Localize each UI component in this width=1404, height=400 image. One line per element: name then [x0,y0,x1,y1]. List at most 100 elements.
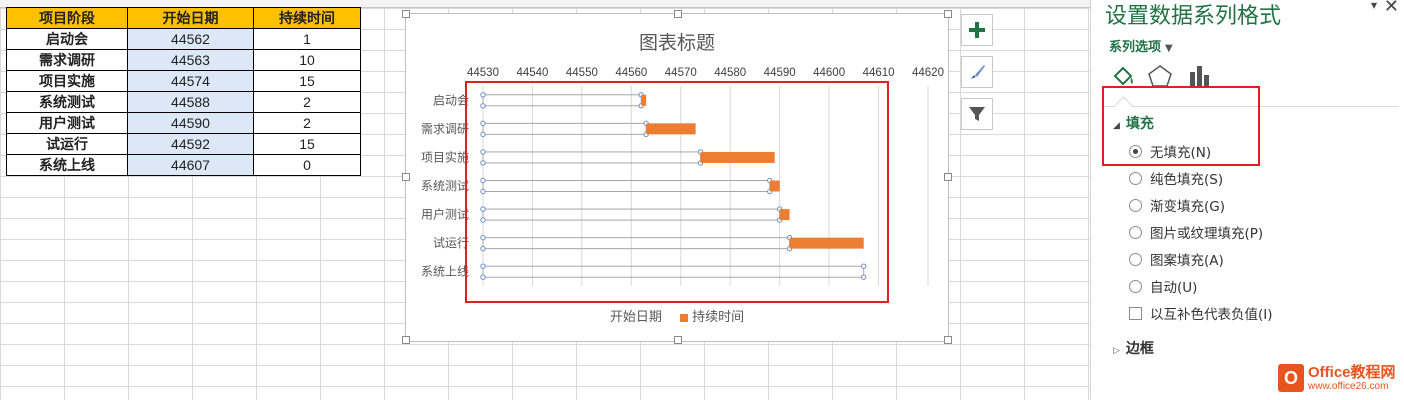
highlight-box [465,81,889,303]
phase-cell[interactable]: 系统测试 [6,91,128,113]
radio-button[interactable] [1129,225,1142,239]
paintbrush-icon [971,65,985,79]
radio-button[interactable] [1129,198,1142,212]
phase-cell[interactable]: 系统上线 [6,154,128,176]
radio-button[interactable] [1129,144,1142,158]
start-date-cell[interactable]: 44574 [127,70,254,92]
phase-cell[interactable]: 项目实施 [6,70,128,92]
x-tick-label: 44570 [665,67,697,79]
radio-button[interactable] [1129,279,1142,293]
x-tick-label: 44620 [912,67,944,79]
office-logo-icon: O [1278,364,1304,392]
start-date-cell[interactable]: 44563 [127,49,254,71]
start-date-cell[interactable]: 44590 [127,112,254,134]
phase-cell[interactable]: 需求调研 [6,49,128,71]
table-row: 项目实施 44574 15 [6,70,361,92]
fill-option-3[interactable]: 图片或纹理填充(P) [1129,222,1263,242]
watermark: O Office教程网 www.office26.com [1278,358,1404,398]
format-series-pane: 设置数据系列格式 ▾ ✕ 系列选项 ▼ ◢ 填充 以互补色代表负值(I) ▷ 边框 无… [1090,0,1404,400]
fill-option-label: 图片或纹理填充(P) [1150,226,1264,242]
watermark-title: Office教程网 [1308,363,1396,381]
y-category-label: 项目实施 [421,149,469,164]
fill-option-label: 自动(U) [1150,280,1198,296]
invert-negative-label: 以互补色代表负值(I) [1150,307,1273,323]
fill-option-0[interactable]: 无填充(N) [1129,141,1211,161]
table-row: 用户测试 44590 2 [6,112,361,134]
watermark-url: www.office26.com [1308,380,1389,392]
x-tick-label: 44610 [863,67,895,79]
start-date-cell[interactable]: 44588 [127,91,254,113]
legend-swatch-duration [680,313,689,322]
series-options-dropdown[interactable]: 系列选项 ▼ [1109,36,1173,55]
chart-legend[interactable]: 开始日期 持续时间 [406,306,948,325]
pentagon-icon [1148,65,1172,87]
y-category-label: 用户测试 [421,207,469,222]
table-row: 需求调研 44563 10 [6,49,361,71]
phase-cell[interactable]: 用户测试 [6,112,128,134]
x-tick-label: 44530 [467,67,499,79]
header-cell-start[interactable]: 开始日期 [127,7,254,29]
fill-option-4[interactable]: 图案填充(A) [1129,249,1224,269]
phase-cell[interactable]: 启动会 [6,28,128,50]
paint-bucket-icon [1113,66,1133,86]
data-table: 项目阶段 开始日期 持续时间 启动会 44562 1 需求调研 44563 10 项目实施 4… [6,7,361,176]
border-section-label: 边框 [1125,341,1154,357]
fill-option-5[interactable]: 自动(U) [1129,276,1197,296]
x-tick-label: 44600 [813,67,845,79]
bar-chart-icon [1190,66,1209,87]
start-date-cell[interactable]: 44562 [127,28,254,50]
chart-filters-button[interactable] [961,98,993,130]
fill-option-label: 图案填充(A) [1150,253,1224,269]
chevron-down-icon: ▼ [1165,43,1173,54]
radio-button[interactable] [1129,252,1142,266]
table-row: 启动会 44562 1 [6,28,361,50]
legend-entry-duration: 持续时间 [692,310,745,325]
y-category-label: 系统上线 [421,265,469,279]
duration-cell[interactable]: 1 [253,28,361,50]
table-header-row: 项目阶段 开始日期 持续时间 [6,7,361,29]
x-tick-label: 44590 [764,67,796,79]
fill-option-label: 渐变填充(G) [1150,199,1225,215]
y-category-label: 启动会 [433,93,469,107]
start-date-cell[interactable]: 44592 [127,133,254,155]
duration-cell[interactable]: 10 [253,49,361,71]
x-tick-label: 44580 [714,67,746,79]
fill-option-label: 无填充(N) [1150,145,1212,161]
x-tick-label: 44550 [566,67,598,79]
duration-cell[interactable]: 0 [253,154,361,176]
invert-negative-checkbox[interactable]: 以互补色代表负值(I) [1129,303,1273,323]
duration-cell[interactable]: 15 [253,70,361,92]
radio-button[interactable] [1129,171,1142,185]
duration-cell[interactable]: 15 [253,133,361,155]
pane-title: 设置数据系列格式 [1105,4,1282,29]
table-row: 系统测试 44588 2 [6,91,361,113]
duration-cell[interactable]: 2 [253,112,361,134]
pane-options-caret-icon[interactable]: ▾ [1371,0,1377,12]
fill-option-1[interactable]: 纯色填充(S) [1129,168,1223,188]
filter-icon [969,107,985,121]
border-section-header[interactable]: ▷ 边框 [1113,338,1154,358]
close-icon[interactable]: ✕ [1384,0,1399,17]
chart-elements-button[interactable] [961,14,993,46]
x-tick-label: 44560 [615,67,647,79]
fill-option-2[interactable]: 渐变填充(G) [1129,195,1225,215]
fill-option-label: 纯色填充(S) [1150,172,1224,188]
x-tick-label: 44540 [516,67,548,79]
plus-icon [969,22,985,38]
y-category-label: 试运行 [433,235,469,250]
header-cell-duration[interactable]: 持续时间 [253,7,361,29]
phase-cell[interactable]: 试运行 [6,133,128,155]
series-options-label: 系列选项 [1109,40,1162,55]
chart-styles-button[interactable] [961,56,993,88]
legend-entry-start: 开始日期 [609,310,662,325]
table-row: 试运行 44592 15 [6,133,361,155]
checkbox[interactable] [1129,306,1142,320]
duration-cell[interactable]: 2 [253,91,361,113]
start-date-cell[interactable]: 44607 [127,154,254,176]
table-row: 系统上线 44607 0 [6,154,361,176]
y-category-label: 需求调研 [421,122,469,136]
expand-triangle-icon: ▷ [1113,346,1120,356]
header-cell-phase[interactable]: 项目阶段 [6,7,128,29]
gantt-chart[interactable]: 图表标题 44530 44540 44550 44560 44570 44580 44590… [402,10,952,344]
y-category-label: 系统测试 [421,178,469,193]
